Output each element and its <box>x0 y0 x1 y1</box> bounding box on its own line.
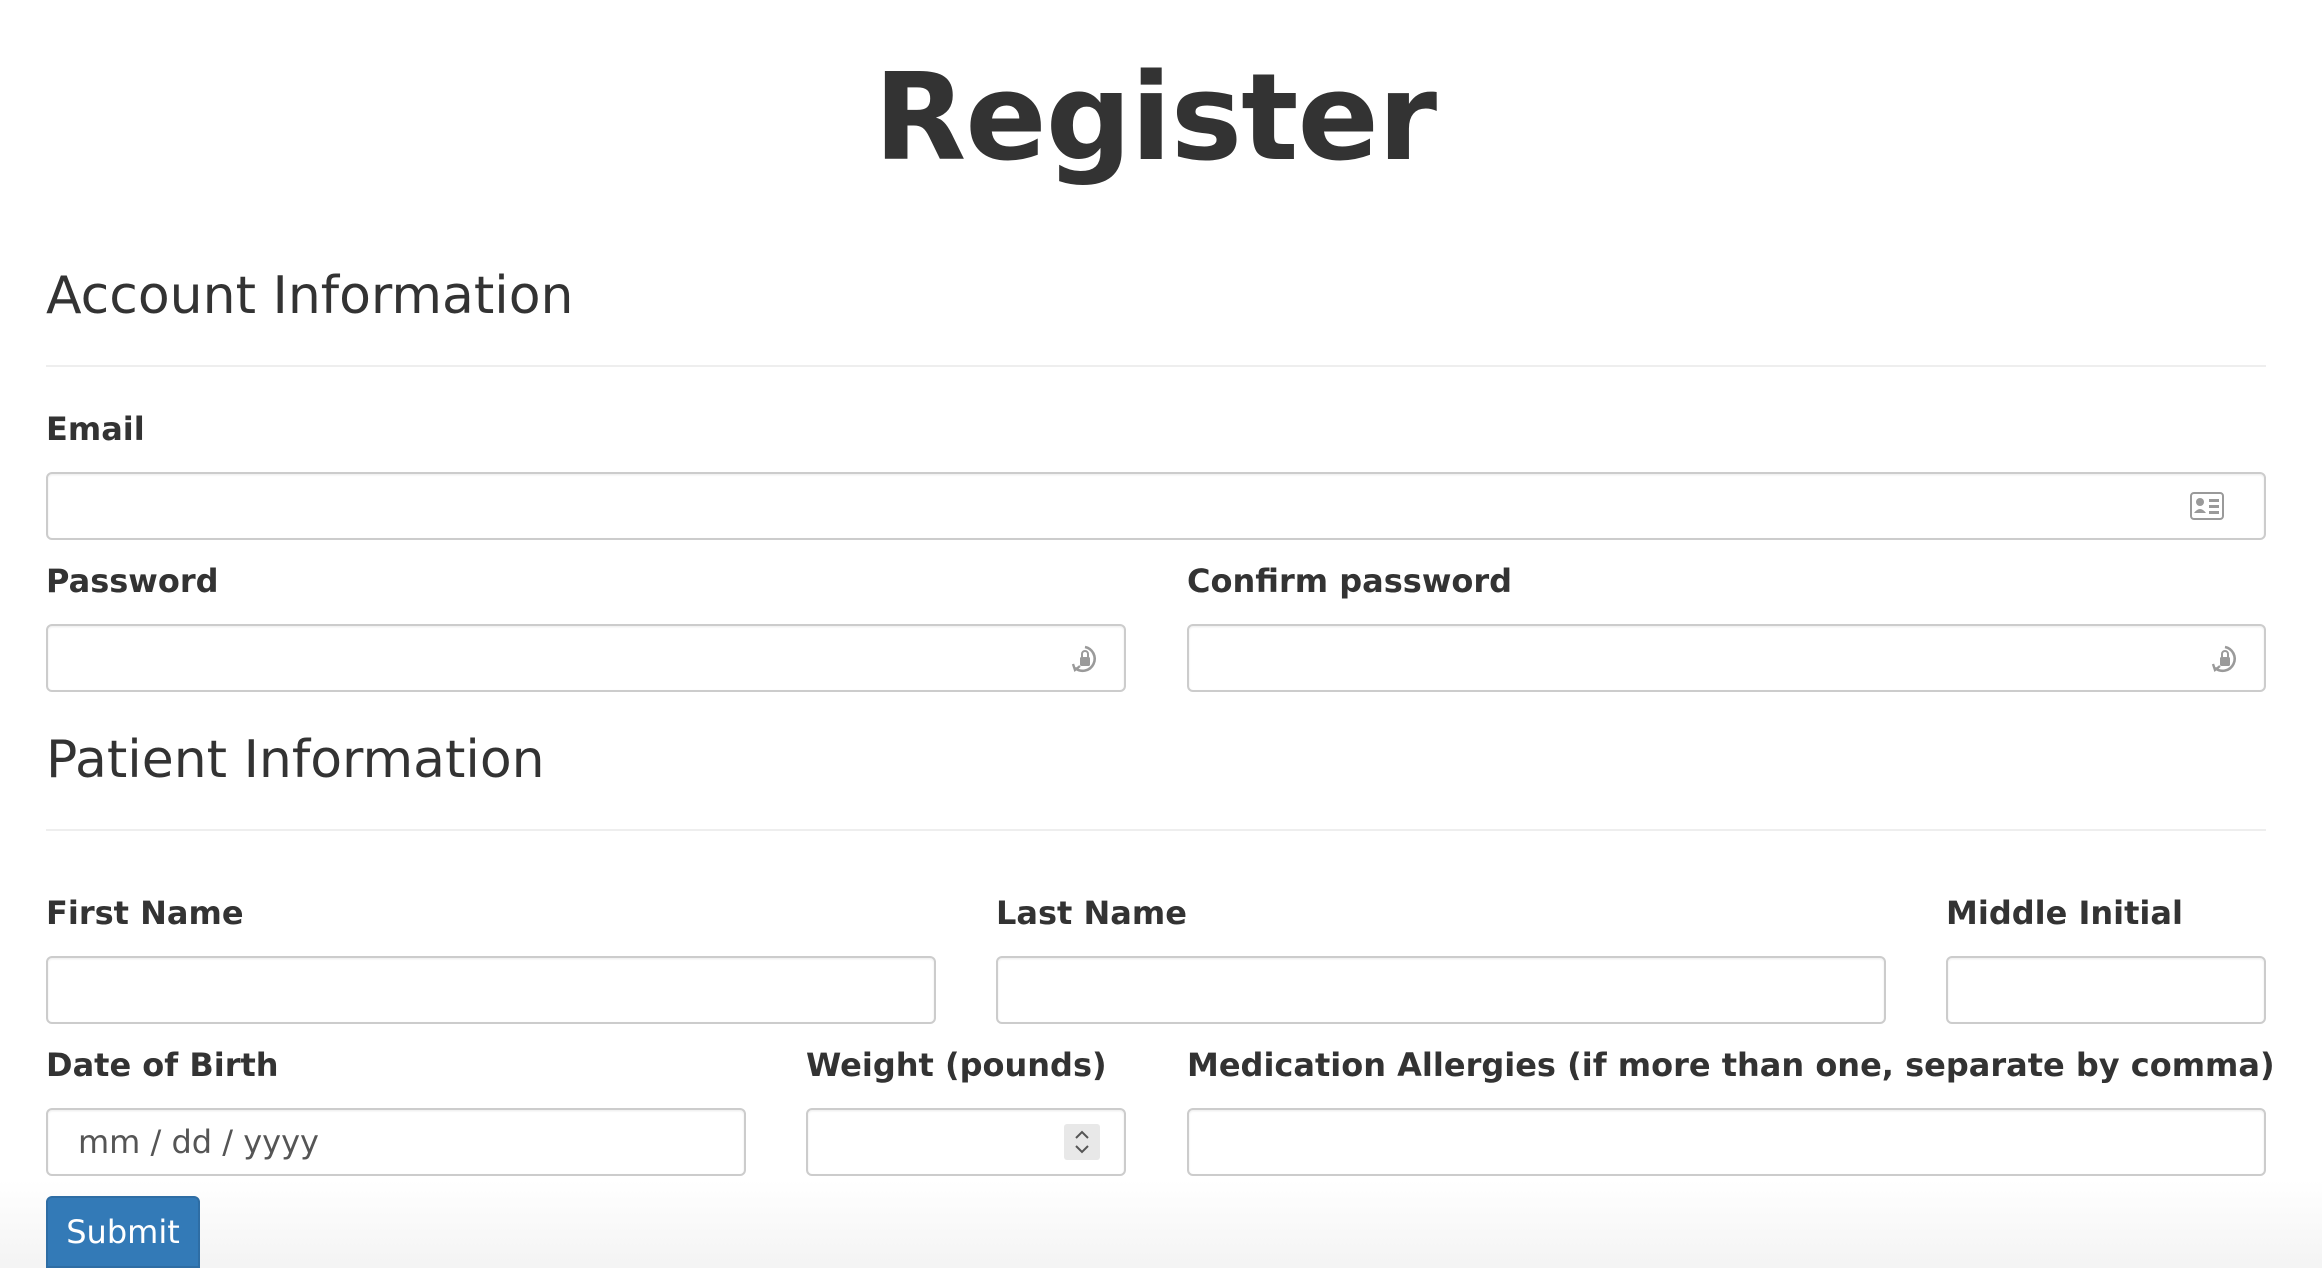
register-page: Register Account Information Email Passw… <box>0 0 2322 1268</box>
account-section-divider <box>46 365 2266 367</box>
date-of-birth-label: Date of Birth <box>46 1046 279 1084</box>
date-of-birth-placeholder: mm / dd / yyyy <box>78 1123 319 1161</box>
first-name-field-wrapper <box>46 956 936 1024</box>
chevron-down-icon[interactable] <box>1074 1144 1090 1155</box>
email-field[interactable] <box>48 474 2264 538</box>
weight-label: Weight (pounds) <box>806 1046 1107 1084</box>
first-name-label: First Name <box>46 894 244 932</box>
email-field-wrapper <box>46 472 2266 540</box>
bottom-fade <box>0 1180 2322 1268</box>
weight-stepper[interactable] <box>1064 1124 1100 1160</box>
password-manager-key-icon[interactable] <box>1070 644 1100 676</box>
confirm-password-field-wrapper <box>1187 624 2266 692</box>
password-field[interactable] <box>48 626 1124 690</box>
email-label: Email <box>46 410 145 448</box>
middle-initial-field-wrapper <box>1946 956 2266 1024</box>
medication-allergies-field-wrapper <box>1187 1108 2266 1176</box>
password-manager-key-icon[interactable] <box>2210 644 2240 676</box>
account-information-heading: Account Information <box>46 266 574 326</box>
first-name-field[interactable] <box>48 958 934 1022</box>
submit-button[interactable]: Submit <box>46 1196 200 1268</box>
patient-information-heading: Patient Information <box>46 730 545 790</box>
weight-field-wrapper <box>806 1108 1126 1176</box>
medication-allergies-field[interactable] <box>1189 1110 2264 1174</box>
chevron-up-icon[interactable] <box>1074 1129 1090 1140</box>
contact-card-icon[interactable] <box>2190 492 2224 520</box>
password-field-wrapper <box>46 624 1126 692</box>
middle-initial-field[interactable] <box>1948 958 2264 1022</box>
last-name-field-wrapper <box>996 956 1886 1024</box>
confirm-password-field[interactable] <box>1189 626 2264 690</box>
last-name-label: Last Name <box>996 894 1187 932</box>
password-label: Password <box>46 562 219 600</box>
medication-allergies-label: Medication Allergies (if more than one, … <box>1187 1046 2275 1084</box>
confirm-password-label: Confirm password <box>1187 562 1513 600</box>
middle-initial-label: Middle Initial <box>1946 894 2183 932</box>
patient-section-divider <box>46 829 2266 831</box>
last-name-field[interactable] <box>998 958 1884 1022</box>
page-title: Register <box>873 49 1437 188</box>
date-of-birth-field[interactable]: mm / dd / yyyy <box>46 1108 746 1176</box>
